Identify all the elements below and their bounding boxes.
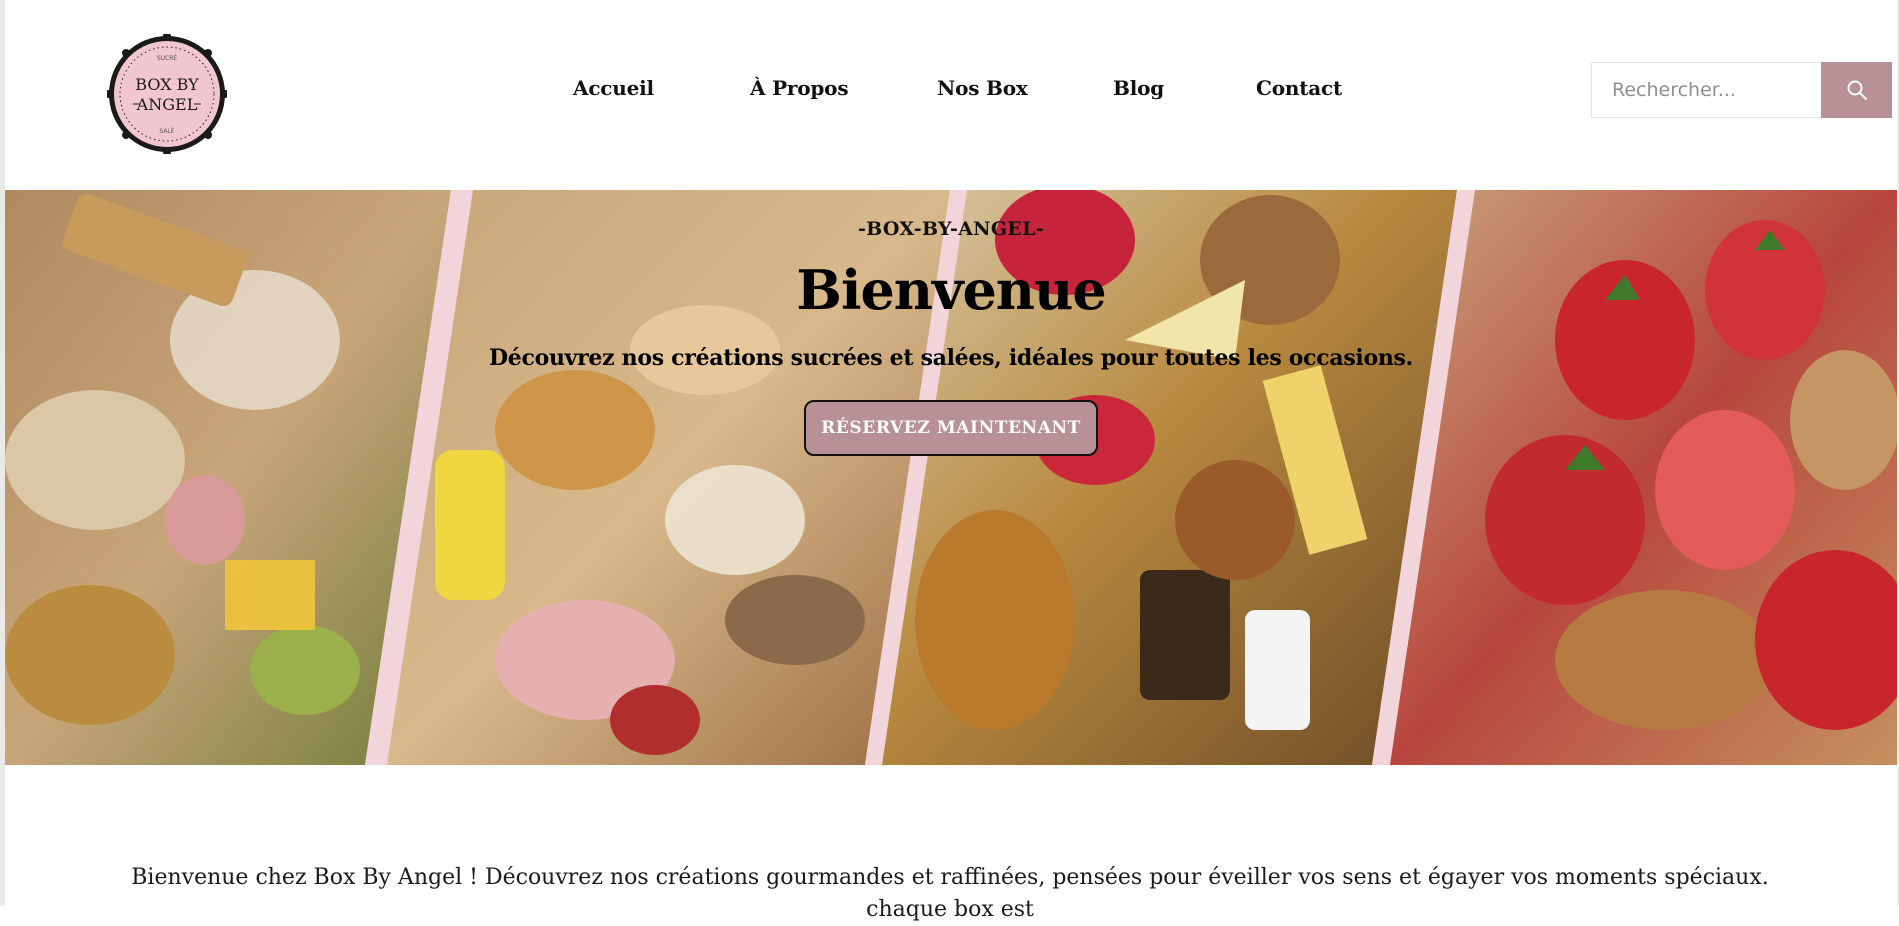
hero-content: -BOX-BY-ANGEL- Bienvenue Découvrez nos c… <box>5 190 1897 765</box>
nav-item-a-propos[interactable]: À Propos <box>750 76 849 100</box>
search-icon <box>1847 80 1867 100</box>
nav-item-accueil[interactable]: Accueil <box>573 76 654 100</box>
hero-banner: -BOX-BY-ANGEL- Bienvenue Découvrez nos c… <box>5 190 1897 765</box>
search-button[interactable] <box>1821 62 1892 118</box>
search-input[interactable] <box>1591 62 1821 118</box>
logo-line1: BOX BY <box>135 75 199 94</box>
site-logo[interactable]: SUCRÉ BOX BY ANGEL SALÉ <box>107 34 227 154</box>
hero-kicker: -BOX-BY-ANGEL- <box>858 218 1044 240</box>
nav-item-contact[interactable]: Contact <box>1256 76 1342 100</box>
nav-item-blog[interactable]: Blog <box>1113 76 1164 100</box>
hero-subtitle: Découvrez nos créations sucrées et salée… <box>489 345 1413 371</box>
logo-line2: ANGEL <box>136 95 198 114</box>
logo-badge-icon: SUCRÉ BOX BY ANGEL SALÉ <box>107 34 227 154</box>
reserve-now-button[interactable]: RÉSERVEZ MAINTENANT <box>804 400 1098 456</box>
site-header: SUCRÉ BOX BY ANGEL SALÉ Accueil À Propos… <box>5 0 1897 190</box>
logo-bottom-text: SALÉ <box>159 127 174 135</box>
hero-title: Bienvenue <box>796 258 1106 322</box>
nav-item-nos-box[interactable]: Nos Box <box>937 76 1028 100</box>
search-form <box>1591 62 1892 118</box>
logo-top-text: SUCRÉ <box>157 54 178 62</box>
intro-paragraph: Bienvenue chez Box By Angel ! Découvrez … <box>131 865 1769 922</box>
